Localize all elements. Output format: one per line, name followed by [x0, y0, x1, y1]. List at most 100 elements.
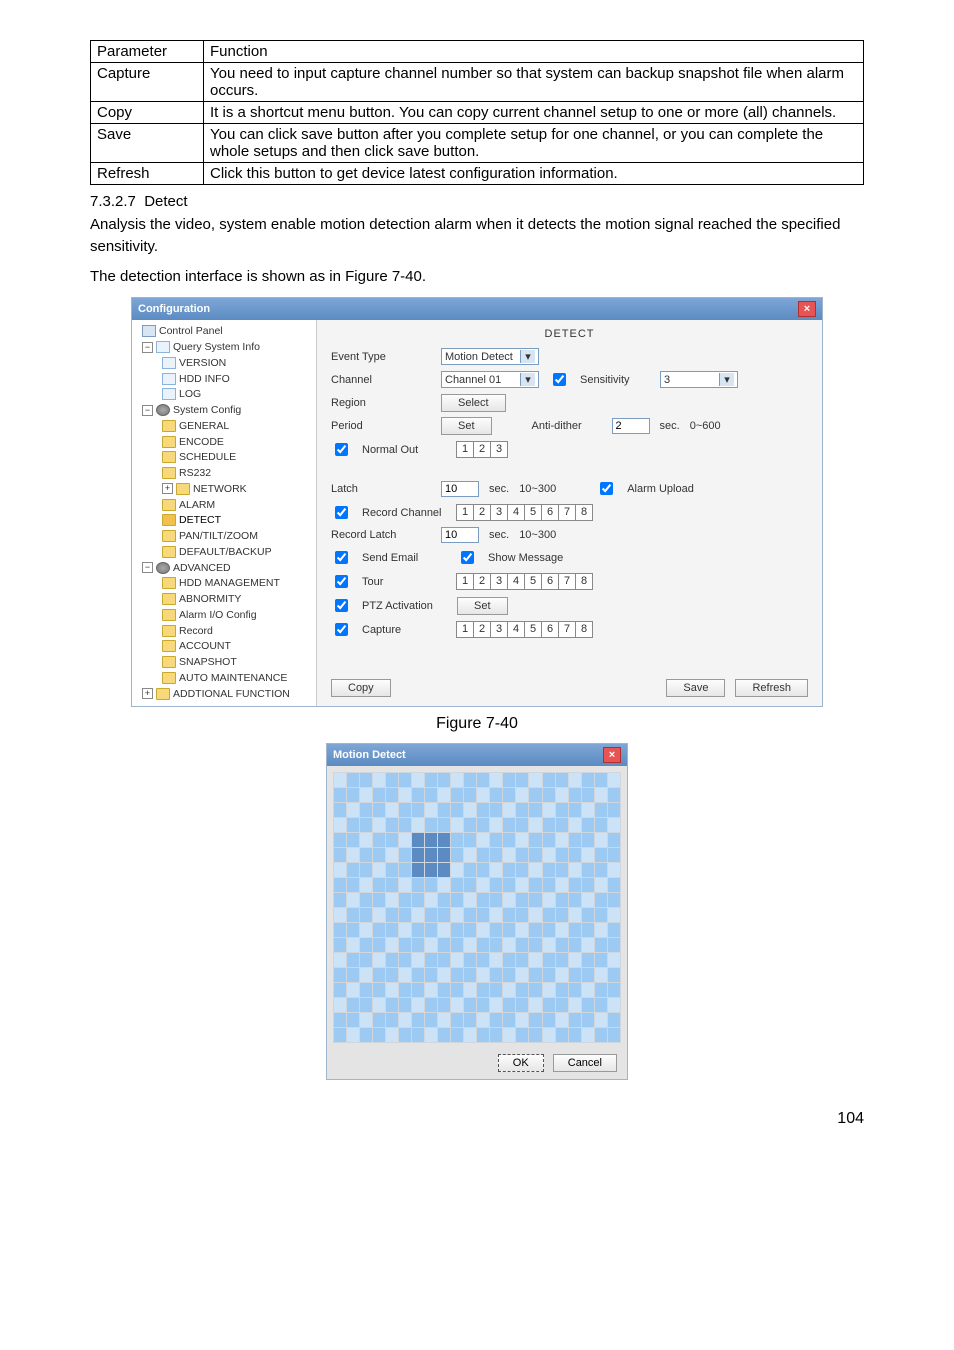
grid-cell[interactable]	[347, 878, 360, 893]
grid-cell[interactable]	[529, 893, 542, 908]
grid-cell[interactable]	[529, 833, 542, 848]
grid-cell[interactable]	[451, 818, 464, 833]
grid-cell[interactable]	[373, 938, 386, 953]
grid-cell[interactable]	[607, 863, 620, 878]
grid-cell[interactable]	[490, 968, 503, 983]
grid-cell[interactable]	[555, 908, 568, 923]
grid-cell[interactable]	[438, 968, 451, 983]
grid-cell[interactable]	[464, 998, 477, 1013]
tree-item[interactable]: ACCOUNT	[134, 639, 314, 655]
normalout-channels[interactable]: 123	[457, 441, 508, 458]
grid-cell[interactable]	[529, 938, 542, 953]
grid-cell[interactable]	[581, 878, 594, 893]
grid-cell[interactable]	[607, 968, 620, 983]
grid-cell[interactable]	[529, 908, 542, 923]
channel-cell[interactable]: 2	[473, 441, 491, 458]
grid-cell[interactable]	[581, 908, 594, 923]
grid-cell[interactable]	[503, 998, 516, 1013]
grid-cell[interactable]	[516, 998, 529, 1013]
grid-cell[interactable]	[373, 878, 386, 893]
capture-checkbox[interactable]	[335, 623, 348, 636]
grid-cell[interactable]	[555, 893, 568, 908]
grid-cell[interactable]	[334, 893, 347, 908]
grid-cell[interactable]	[581, 788, 594, 803]
grid-cell[interactable]	[425, 833, 438, 848]
grid-cell[interactable]	[516, 803, 529, 818]
grid-cell[interactable]	[516, 983, 529, 998]
grid-cell[interactable]	[555, 818, 568, 833]
grid-cell[interactable]	[360, 938, 373, 953]
grid-cell[interactable]	[347, 968, 360, 983]
grid-cell[interactable]	[477, 878, 490, 893]
grid-cell[interactable]	[438, 1028, 451, 1043]
grid-cell[interactable]	[347, 983, 360, 998]
grid-cell[interactable]	[373, 1028, 386, 1043]
grid-cell[interactable]	[412, 818, 425, 833]
grid-cell[interactable]	[503, 818, 516, 833]
grid-cell[interactable]	[607, 893, 620, 908]
grid-cell[interactable]	[412, 893, 425, 908]
tree-item[interactable]: +NETWORK	[134, 482, 314, 498]
refresh-button[interactable]: Refresh	[735, 679, 808, 697]
grid-cell[interactable]	[607, 1013, 620, 1028]
grid-cell[interactable]	[334, 878, 347, 893]
grid-cell[interactable]	[464, 893, 477, 908]
grid-cell[interactable]	[399, 938, 412, 953]
grid-cell[interactable]	[568, 983, 581, 998]
channel-enable-checkbox[interactable]	[553, 373, 566, 386]
grid-cell[interactable]	[555, 998, 568, 1013]
grid-cell[interactable]	[386, 878, 399, 893]
channel-cell[interactable]: 7	[558, 573, 576, 590]
recordchannel-checkbox[interactable]	[335, 506, 348, 519]
grid-cell[interactable]	[503, 938, 516, 953]
grid-cell[interactable]	[490, 983, 503, 998]
grid-cell[interactable]	[529, 788, 542, 803]
grid-cell[interactable]	[581, 938, 594, 953]
grid-cell[interactable]	[516, 893, 529, 908]
grid-cell[interactable]	[555, 953, 568, 968]
grid-cell[interactable]	[438, 953, 451, 968]
grid-cell[interactable]	[581, 983, 594, 998]
grid-cell[interactable]	[373, 803, 386, 818]
grid-cell[interactable]	[386, 773, 399, 788]
motion-grid[interactable]	[333, 772, 621, 1043]
grid-cell[interactable]	[542, 848, 555, 863]
region-select-button[interactable]: Select	[441, 394, 506, 412]
grid-cell[interactable]	[516, 908, 529, 923]
grid-cell[interactable]	[373, 818, 386, 833]
grid-cell[interactable]	[555, 773, 568, 788]
grid-cell[interactable]	[464, 908, 477, 923]
grid-cell[interactable]	[464, 773, 477, 788]
grid-cell[interactable]	[477, 998, 490, 1013]
grid-cell[interactable]	[594, 848, 607, 863]
grid-cell[interactable]	[542, 1013, 555, 1028]
grid-cell[interactable]	[464, 848, 477, 863]
grid-cell[interactable]	[412, 803, 425, 818]
grid-cell[interactable]	[581, 803, 594, 818]
grid-cell[interactable]	[386, 788, 399, 803]
grid-cell[interactable]	[334, 998, 347, 1013]
grid-cell[interactable]	[490, 998, 503, 1013]
grid-cell[interactable]	[399, 1028, 412, 1043]
tour-channels[interactable]: 12345678	[457, 573, 593, 590]
grid-cell[interactable]	[477, 938, 490, 953]
grid-cell[interactable]	[568, 878, 581, 893]
tree-item[interactable]: Alarm I/O Config	[134, 608, 314, 624]
grid-cell[interactable]	[386, 893, 399, 908]
grid-cell[interactable]	[412, 833, 425, 848]
grid-cell[interactable]	[373, 1013, 386, 1028]
tree-item[interactable]: VERSION	[134, 356, 314, 372]
grid-cell[interactable]	[490, 893, 503, 908]
grid-cell[interactable]	[529, 878, 542, 893]
grid-cell[interactable]	[529, 773, 542, 788]
grid-cell[interactable]	[373, 833, 386, 848]
grid-cell[interactable]	[555, 863, 568, 878]
grid-cell[interactable]	[334, 818, 347, 833]
grid-cell[interactable]	[386, 818, 399, 833]
grid-cell[interactable]	[503, 788, 516, 803]
grid-cell[interactable]	[490, 878, 503, 893]
grid-cell[interactable]	[568, 788, 581, 803]
grid-cell[interactable]	[477, 773, 490, 788]
grid-cell[interactable]	[451, 983, 464, 998]
grid-cell[interactable]	[347, 1028, 360, 1043]
